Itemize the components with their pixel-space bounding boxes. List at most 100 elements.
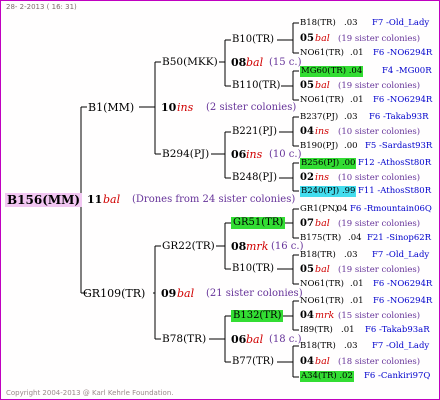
gen3-id: B221(PJ): [232, 126, 277, 137]
gen4-id: NO61(TR): [300, 296, 344, 306]
gen4-info: F6 -NO6294R: [373, 279, 433, 289]
gen4-info: F21 -Sinop62R: [367, 233, 432, 243]
gen3-breeder: bal: [315, 33, 330, 44]
root-queen-id: B156(MM): [5, 193, 83, 207]
gen2-ds-breeder: mrk: [246, 240, 269, 253]
gen3-id-highlighted: B132(TR): [231, 310, 284, 322]
gen4-id: GR1(PN): [300, 204, 339, 214]
gen4-year: .00: [344, 141, 358, 151]
gen3-id: B110(TR): [232, 80, 281, 91]
g3-6-line: [277, 254, 299, 285]
dam-branch-line: [153, 245, 161, 340]
gen4-year: .00: [341, 158, 356, 168]
gen4-year: .01: [341, 325, 355, 335]
gen4-id-highlighted: A34(TR) .02: [300, 371, 354, 382]
gen2-ss-id: B50(MKK): [162, 56, 218, 68]
gen4-id-highlighted: B240(PJ) .99: [300, 186, 357, 197]
gen3-note: (19 sister colonies): [338, 219, 421, 229]
gen3-year: 05: [300, 80, 314, 91]
sire-branch-line: [139, 61, 161, 155]
dam-year: 09: [161, 287, 177, 300]
gen4-info: F6 -Takab93R: [369, 112, 429, 122]
gen2-sd-id: B294(PJ): [162, 148, 210, 160]
gen3-year: 02: [300, 172, 314, 183]
gen4-info: F6 -Cankiri97Q: [364, 371, 431, 381]
gen4-id: B190(PJ): [300, 141, 339, 151]
gen2-sd-breeder: ins: [246, 148, 263, 161]
gen4-id: B18(TR): [300, 18, 336, 28]
dd-branch-line: [209, 315, 231, 363]
g3-2-line: [281, 70, 299, 101]
gen4-info: F6 -NO6294R: [373, 48, 433, 58]
gen4-info: F4 -MG00R: [382, 66, 432, 76]
gen3-id-highlighted: GR51(TR): [231, 217, 286, 229]
gen4-year: .03: [344, 341, 358, 351]
gen3-breeder: ins: [315, 126, 330, 137]
gen2-ss-note: (15 c.): [269, 57, 302, 68]
gen4-year: .01: [350, 279, 364, 289]
gen2-sd-year: 06: [231, 148, 247, 161]
gen2-dd-year: 06: [231, 333, 247, 346]
gen3-year: 04: [300, 356, 314, 367]
gen4-id: NO61(TR): [300, 48, 344, 58]
gen4-year: .04: [348, 66, 363, 76]
gen4-id: B256(PJ): [301, 158, 340, 168]
gen3-note: (15 sister colonies): [338, 311, 421, 321]
gen4-id: B18(TR): [300, 250, 336, 260]
gen3-breeder: mrk: [315, 310, 335, 321]
gen3-note: (19 sister colonies): [338, 81, 421, 91]
gen2-ss-year: 08: [231, 56, 247, 69]
gen2-ds-year: 08: [231, 240, 247, 253]
gen4-year: .03: [344, 112, 358, 122]
gen3-year: 05: [300, 33, 314, 44]
gen4-info: F6 -Rmountain06Q: [350, 204, 432, 214]
gen4-year: .04: [334, 204, 348, 214]
gen4-id-highlighted: MG60(TR) .04: [300, 66, 364, 77]
gen3-note: (18 sister colonies): [338, 357, 421, 367]
root-breeder: bal: [103, 193, 121, 206]
gen3-breeder: bal: [315, 218, 330, 229]
gen3-note: (19 sister colonies): [338, 265, 421, 275]
gen4-year: .04: [348, 233, 362, 243]
sire-id: B1(MM): [88, 101, 135, 114]
gen4-id: B175(TR): [300, 233, 342, 243]
gen2-sd-note: (10 c.): [269, 149, 302, 160]
sire-breeder: ins: [177, 101, 194, 114]
gen4-id: B240(PJ): [301, 186, 340, 196]
g3-1-line: [277, 22, 299, 54]
g3-4-line: [279, 162, 299, 192]
gen4-id: B18(TR): [300, 341, 336, 351]
gen2-dd-id: B78(TR): [162, 333, 207, 345]
dam-breeder: bal: [177, 287, 195, 300]
gen2-ss-breeder: bal: [246, 56, 264, 69]
gen4-info: F12 -AthosSt80R: [358, 158, 432, 168]
sire-year: 10: [161, 101, 177, 114]
gen4-id: I89(TR): [300, 325, 333, 335]
gen3-breeder: bal: [315, 80, 330, 91]
dam-id: GR109(TR): [83, 287, 146, 300]
gen4-info: F7 -Old_Lady: [372, 250, 430, 260]
gen4-id-highlighted: B256(PJ) .00: [300, 158, 357, 169]
gen3-breeder: bal: [315, 264, 330, 275]
gen4-year: .99: [341, 186, 356, 196]
gen3-year: 05: [300, 264, 314, 275]
gen3-year: 04: [300, 310, 314, 321]
gen3-note: (10 sister colonies): [338, 173, 421, 183]
gen3-note: (10 sister colonies): [338, 127, 421, 137]
gen4-id: NO61(TR): [300, 95, 344, 105]
gen2-ds-note: (16 c.): [271, 241, 304, 252]
gen4-id: B237(PJ): [300, 112, 339, 122]
gen4-year: .01: [350, 95, 364, 105]
pedigree-chart: 28- 2-2013 ( 16: 31) B156(MM) 11 bal (Dr…: [0, 0, 440, 400]
gen4-year: .01: [350, 48, 364, 58]
g3-7-line: [283, 300, 299, 331]
gen4-info: F5 -Sardast93R: [365, 141, 433, 151]
gen2-dd-note: (18 c.): [269, 334, 302, 345]
gen3-breeder: ins: [315, 172, 330, 183]
gen3-note: (19 sister colonies): [338, 34, 421, 44]
g3-5-line: [283, 208, 299, 239]
gen3-id: B77(TR): [232, 356, 275, 367]
ds-branch-line: [216, 222, 231, 270]
gen3-id: B248(PJ): [232, 172, 277, 183]
gen4-id: A34(TR): [301, 371, 337, 381]
